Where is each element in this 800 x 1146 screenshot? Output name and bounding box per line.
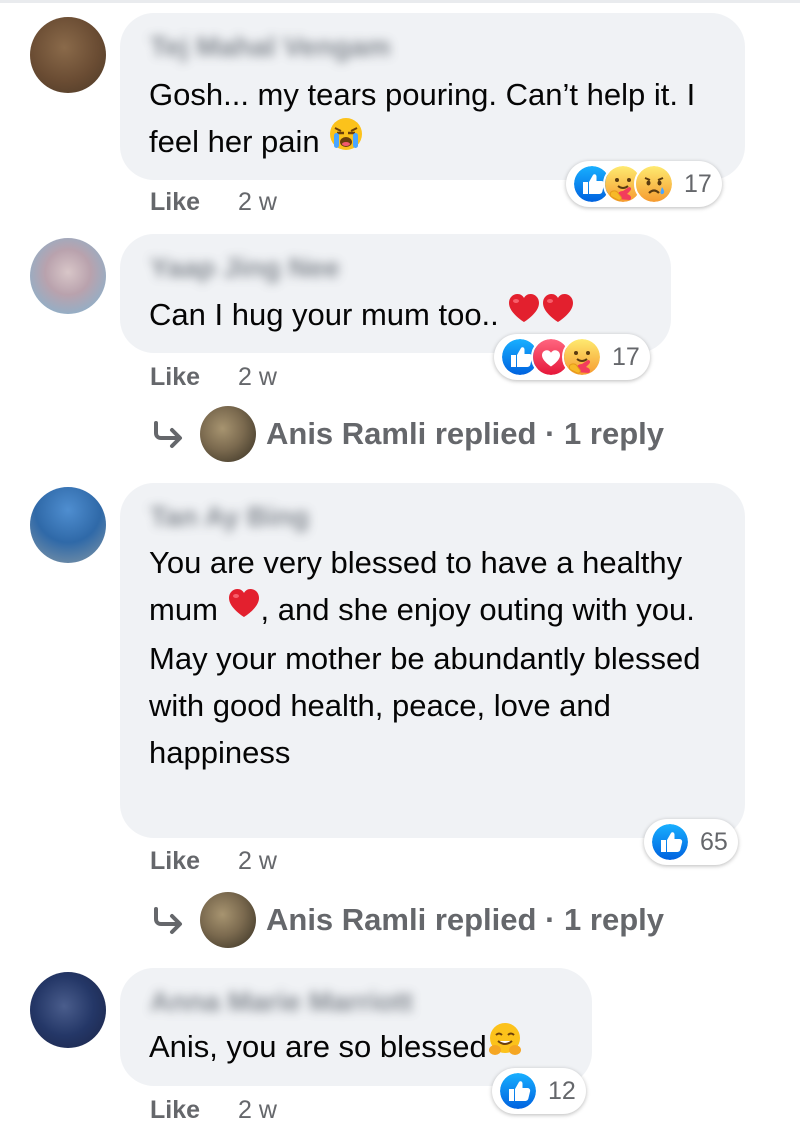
replier-avatar[interactable] — [200, 892, 256, 948]
like-button[interactable]: Like — [150, 1096, 200, 1125]
reaction-summary[interactable]: 17 — [494, 334, 650, 380]
like-icon — [498, 1071, 538, 1111]
care-icon — [562, 337, 602, 377]
reaction-summary[interactable]: 65 — [644, 819, 738, 865]
commenter-avatar[interactable] — [30, 238, 106, 314]
comment-actions: Like 2 w — [150, 847, 277, 876]
like-button[interactable]: Like — [150, 363, 200, 392]
comment-text: Can I hug your mum too.. — [149, 291, 647, 340]
comment-timestamp[interactable]: 2 w — [238, 847, 277, 876]
comment-timestamp[interactable]: 2 w — [238, 1096, 277, 1125]
comment-author[interactable]: Anna Marie Marriott — [150, 986, 413, 1018]
comment-actions: Like 2 w — [150, 188, 277, 217]
comment-text: You are very blessed to have a healthy m… — [149, 545, 701, 771]
reaction-summary[interactable]: 17 — [566, 161, 722, 207]
reply-count: 1 reply — [564, 416, 664, 451]
commenter-avatar[interactable] — [30, 972, 106, 1048]
commenter-avatar[interactable] — [30, 17, 106, 93]
reaction-count: 12 — [548, 1076, 576, 1105]
like-button[interactable]: Like — [150, 847, 200, 876]
reply-author-text: Anis Ramli replied — [266, 416, 537, 451]
comment-author[interactable]: Tej Mahal Vengam — [150, 31, 391, 63]
top-divider — [0, 0, 800, 3]
reply-author-text: Anis Ramli replied — [266, 902, 537, 937]
comment-actions: Like 2 w — [150, 363, 277, 392]
reaction-summary[interactable]: 12 — [492, 1068, 586, 1114]
comment-text: Gosh... my tears pouring. Can’t help it.… — [149, 71, 721, 168]
view-replies-link[interactable]: Anis Ramli replied · 1 reply — [150, 892, 664, 948]
comment-bubble: Tej Mahal Vengam Gosh... my tears pourin… — [120, 13, 745, 180]
comment-timestamp[interactable]: 2 w — [238, 188, 277, 217]
hugging-face-icon — [487, 1021, 523, 1070]
comment-author[interactable]: Yaap Jing Nee — [150, 252, 340, 284]
reply-separator: · — [536, 902, 565, 937]
reaction-count: 65 — [700, 827, 728, 856]
crying-face-icon — [328, 116, 364, 165]
comment-timestamp[interactable]: 2 w — [238, 363, 277, 392]
red-heart-icon — [227, 585, 261, 632]
reply-separator: · — [536, 416, 565, 451]
red-heart-icon — [507, 290, 541, 337]
reply-count: 1 reply — [564, 902, 664, 937]
reaction-count: 17 — [612, 342, 640, 371]
reply-arrow-icon — [154, 421, 182, 448]
comment-actions: Like 2 w — [150, 1096, 277, 1125]
like-icon — [650, 822, 690, 862]
comment-text: Anis, you are so blessed — [149, 1023, 568, 1073]
reaction-count: 17 — [684, 169, 712, 198]
sad-icon — [634, 164, 674, 204]
reply-arrow-icon — [154, 907, 182, 934]
comment-author[interactable]: Tan Ay Bing — [150, 501, 309, 533]
view-replies-link[interactable]: Anis Ramli replied · 1 reply — [150, 406, 664, 462]
comment-bubble: Tan Ay Bing You are very blessed to have… — [120, 483, 745, 838]
red-heart-icon — [541, 290, 575, 337]
replier-avatar[interactable] — [200, 406, 256, 462]
like-button[interactable]: Like — [150, 188, 200, 217]
commenter-avatar[interactable] — [30, 487, 106, 563]
